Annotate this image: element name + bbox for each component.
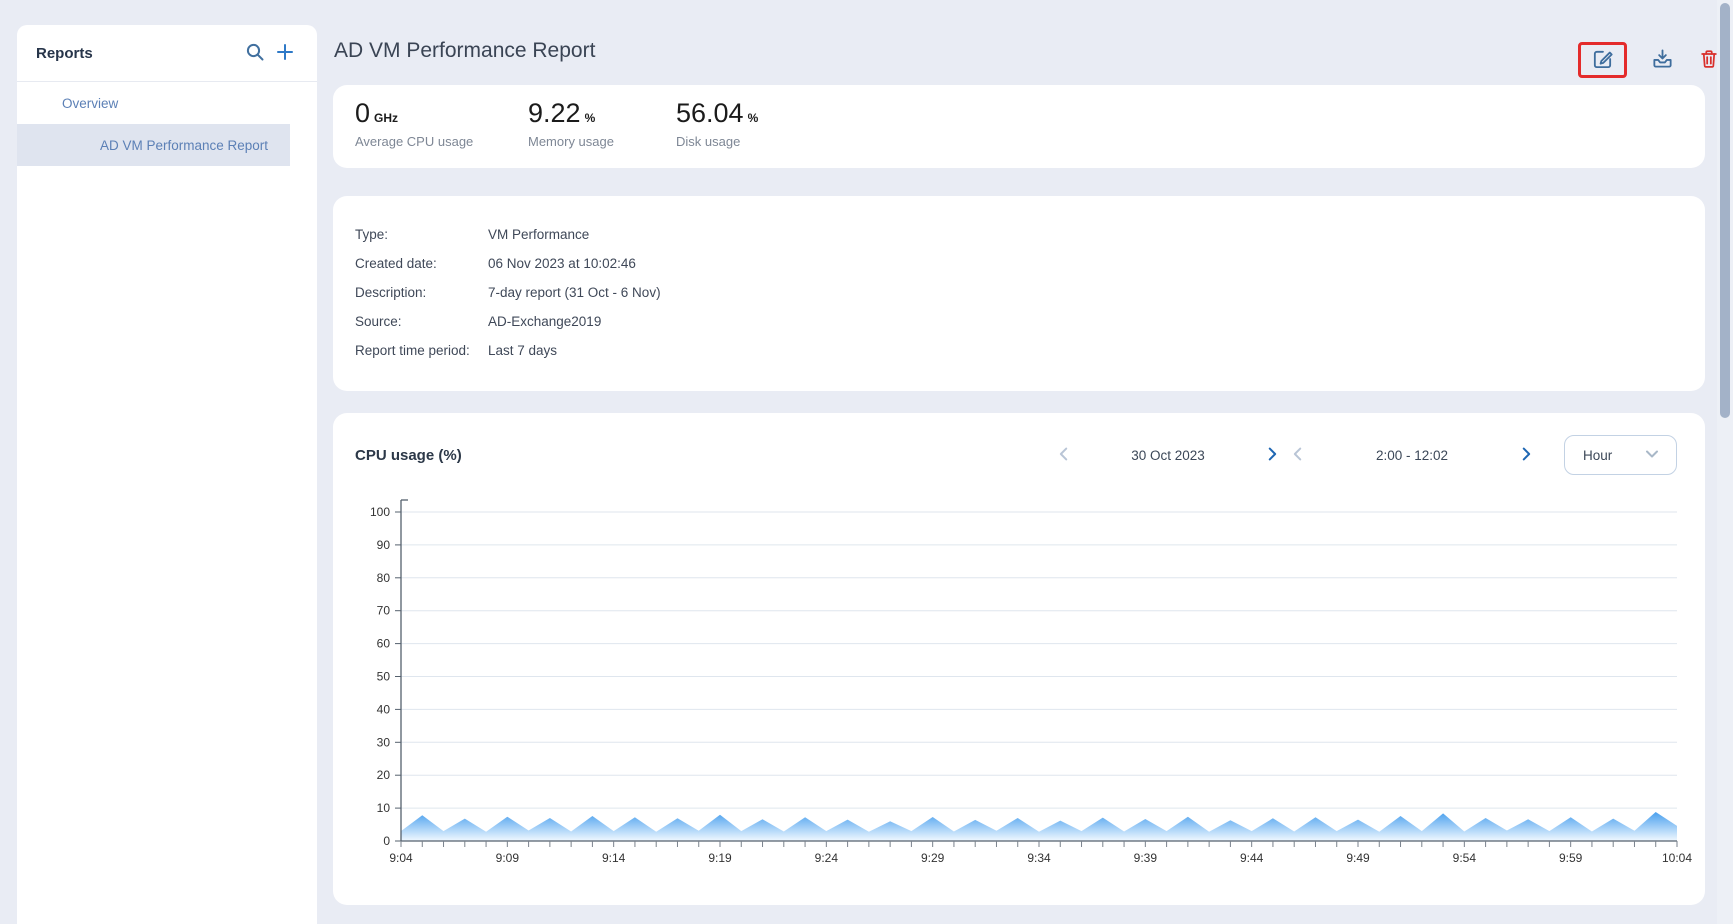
download-icon xyxy=(1651,47,1674,73)
report-list: Overview AD VM Performance Report xyxy=(17,82,317,166)
metric-avg-cpu: 0 GHz Average CPU usage xyxy=(355,98,480,168)
metric-label: Disk usage xyxy=(676,134,758,149)
add-report-button[interactable] xyxy=(275,42,295,65)
svg-text:9:19: 9:19 xyxy=(708,851,732,865)
header-actions xyxy=(1578,42,1720,78)
svg-text:9:09: 9:09 xyxy=(496,851,520,865)
metric-label: Average CPU usage xyxy=(355,134,480,149)
metric-disk: 56.04 % Disk usage xyxy=(676,98,758,168)
sidebar-item-label: AD VM Performance Report xyxy=(100,138,268,153)
detail-value: Last 7 days xyxy=(488,343,557,358)
detail-label: Created date: xyxy=(355,256,488,271)
detail-row-created-date: Created date: 06 Nov 2023 at 10:02:46 xyxy=(355,249,1705,278)
svg-text:9:14: 9:14 xyxy=(602,851,626,865)
edit-icon xyxy=(1591,47,1614,73)
svg-text:9:59: 9:59 xyxy=(1559,851,1583,865)
svg-text:20: 20 xyxy=(377,768,391,782)
detail-value: AD-Exchange2019 xyxy=(488,314,601,329)
svg-text:60: 60 xyxy=(377,637,391,651)
metric-memory: 9.22 % Memory usage xyxy=(528,98,628,168)
svg-text:9:49: 9:49 xyxy=(1346,851,1370,865)
sidebar-item-label: Overview xyxy=(62,96,118,111)
cpu-usage-area-chart: 0 10 20 30 40 50 60 70 80 90 100 9:04 9:09 9:14 9:19 9:… xyxy=(340,455,1700,873)
cpu-usage-chart-card: CPU usage (%) 30 Oct 2023 2:00 - 12:02 xyxy=(333,413,1705,905)
metric-unit: GHz xyxy=(374,111,398,125)
sidebar-header: Reports xyxy=(17,25,317,82)
detail-row-type: Type: VM Performance xyxy=(355,220,1705,249)
page-scrollbar-track[interactable] xyxy=(1717,0,1733,924)
svg-text:40: 40 xyxy=(377,702,391,716)
detail-value: VM Performance xyxy=(488,227,589,242)
search-button[interactable] xyxy=(245,42,265,65)
metric-label: Memory usage xyxy=(528,134,628,149)
click-highlight-box xyxy=(1578,42,1627,78)
report-details-card: Type: VM Performance Created date: 06 No… xyxy=(333,196,1705,391)
detail-label: Type: xyxy=(355,227,488,242)
svg-text:30: 30 xyxy=(377,735,391,749)
plus-icon xyxy=(275,42,295,65)
edit-report-button[interactable] xyxy=(1591,47,1614,73)
metrics-card: 0 GHz Average CPU usage 9.22 % Memory us… xyxy=(333,85,1705,168)
svg-text:9:54: 9:54 xyxy=(1453,851,1477,865)
sidebar-item-overview[interactable]: Overview xyxy=(17,82,290,124)
metric-value: 0 xyxy=(355,98,370,129)
page-title: AD VM Performance Report xyxy=(334,39,595,63)
svg-text:9:39: 9:39 xyxy=(1134,851,1158,865)
metric-value: 9.22 xyxy=(528,98,581,129)
svg-text:70: 70 xyxy=(377,604,391,618)
detail-label: Source: xyxy=(355,314,488,329)
page-scrollbar-thumb[interactable] xyxy=(1720,3,1730,418)
svg-text:10:04: 10:04 xyxy=(1662,851,1692,865)
svg-text:9:29: 9:29 xyxy=(921,851,945,865)
svg-text:9:34: 9:34 xyxy=(1027,851,1051,865)
detail-label: Description: xyxy=(355,285,488,300)
svg-text:100: 100 xyxy=(370,505,390,519)
svg-text:80: 80 xyxy=(377,571,391,585)
search-icon xyxy=(245,42,265,65)
detail-row-time-period: Report time period: Last 7 days xyxy=(355,336,1705,365)
svg-text:90: 90 xyxy=(377,538,391,552)
reports-sidebar: Reports Overview AD VM Performance Repor… xyxy=(17,25,317,924)
detail-row-description: Description: 7-day report (31 Oct - 6 No… xyxy=(355,278,1705,307)
svg-text:0: 0 xyxy=(383,834,390,848)
detail-label: Report time period: xyxy=(355,343,488,358)
download-report-button[interactable] xyxy=(1651,47,1674,73)
detail-value: 7-day report (31 Oct - 6 Nov) xyxy=(488,285,661,300)
metric-value: 56.04 xyxy=(676,98,744,129)
detail-value: 06 Nov 2023 at 10:02:46 xyxy=(488,256,636,271)
sidebar-title: Reports xyxy=(36,45,235,62)
detail-row-source: Source: AD-Exchange2019 xyxy=(355,307,1705,336)
svg-text:9:44: 9:44 xyxy=(1240,851,1264,865)
svg-text:9:24: 9:24 xyxy=(815,851,839,865)
svg-text:9:04: 9:04 xyxy=(389,851,413,865)
metric-unit: % xyxy=(585,111,596,125)
svg-text:50: 50 xyxy=(377,670,391,684)
svg-text:10: 10 xyxy=(377,801,391,815)
sidebar-item-ad-vm-performance-report[interactable]: AD VM Performance Report xyxy=(17,124,290,166)
metric-unit: % xyxy=(748,111,759,125)
